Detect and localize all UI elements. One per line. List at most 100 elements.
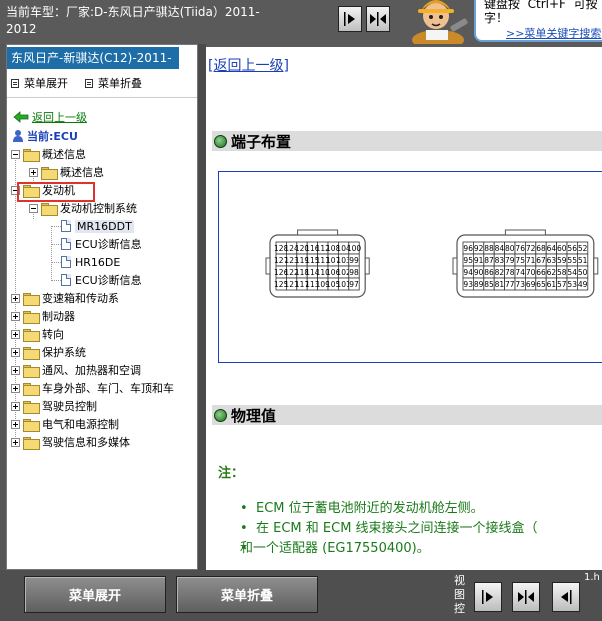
tree-item-protection[interactable]: 保护系统: [11, 343, 86, 361]
tree-item-hvac[interactable]: 通风、加热器和空调: [11, 361, 141, 379]
toolbar-split-view-button[interactable]: [366, 6, 390, 32]
folder-icon: [23, 310, 40, 324]
tree-item-overview-sub[interactable]: 概述信息: [29, 163, 104, 181]
pin-number: 63: [547, 256, 557, 265]
pin-number: 58: [557, 268, 567, 277]
pin-number: 74: [515, 268, 525, 277]
connector-tab: [452, 257, 458, 275]
pin-number: 49: [578, 280, 588, 289]
current-car-model: 当前车型：厂家:D-东风日产骐达(Tiida）2011-2012: [6, 5, 260, 36]
menu-expand-link[interactable]: 菜单展开: [11, 75, 68, 91]
pin-number: 69: [526, 280, 536, 289]
pane-splitter[interactable]: [198, 44, 206, 570]
back-to-parent-link[interactable]: [返回上一级]: [208, 55, 289, 75]
menu-keyword-search-link[interactable]: >>菜单关键字搜索: [506, 25, 601, 41]
pin-number: 75: [515, 256, 525, 265]
note-label: 注：: [218, 466, 245, 481]
tree-item-hr16de[interactable]: HR16DE: [61, 253, 120, 271]
tree-item-ecu-diag-1[interactable]: ECU诊断信息: [61, 235, 142, 253]
expand-icon[interactable]: [11, 329, 20, 339]
tree-item-label: 概述信息: [42, 148, 86, 161]
expand-icon[interactable]: [11, 419, 20, 429]
tree-item-label: ECU诊断信息: [75, 238, 142, 251]
pin-number: 61: [547, 280, 557, 289]
view-back-button[interactable]: [552, 582, 580, 612]
tree-item-body[interactable]: 车身外部、车门、车顶和车: [11, 379, 174, 397]
menu-collapse-button[interactable]: 菜单折叠: [176, 576, 318, 613]
collapse-icon[interactable]: [29, 203, 38, 213]
expand-icon[interactable]: [29, 167, 38, 177]
folder-icon: [23, 148, 40, 162]
menu-collapse-label: 菜单折叠: [98, 77, 142, 90]
tree-item-label: 电气和电源控制: [42, 418, 119, 431]
toolbar-forward-button[interactable]: [338, 6, 362, 32]
collapse-icon[interactable]: [11, 149, 20, 159]
expand-icon[interactable]: [11, 311, 20, 321]
expand-icon[interactable]: [11, 293, 20, 303]
section-title: 物理值: [231, 406, 277, 425]
pin-number: 56: [567, 244, 577, 253]
pin-number: 60: [557, 244, 567, 253]
connector-tab: [364, 257, 370, 275]
highlight-annotation: [17, 182, 95, 202]
pin-number: 71: [526, 256, 536, 265]
expand-icon[interactable]: [11, 365, 20, 375]
back-up-label[interactable]: 返回上一级: [32, 109, 87, 125]
user-icon: [13, 130, 23, 142]
play-left-icon: [561, 590, 572, 604]
content-pane: [返回上一级] 端子布置 128 124 120 116 112 108 104 100 127…: [206, 44, 602, 570]
connector-latch: [297, 229, 339, 236]
tree-item-label: 变速箱和传动系: [42, 292, 119, 305]
section-bullet-icon: [214, 134, 227, 148]
pin-number: 51: [578, 256, 588, 265]
expand-icon[interactable]: [11, 437, 20, 447]
top-bar: 当前车型：厂家:D-东风日产骐达(Tiida）2011-2012 键盘按 Ctr…: [0, 0, 602, 44]
tree-guide: [51, 262, 61, 263]
pin-number: 80: [505, 244, 515, 253]
folder-icon: [23, 418, 40, 432]
tree-guide: [51, 244, 61, 245]
menu-collapse-link[interactable]: 菜单折叠: [85, 75, 142, 91]
tree-item-label: 驾驶信息和多媒体: [42, 436, 130, 449]
document-icon: [61, 256, 71, 268]
tree-item-transmission[interactable]: 变速箱和传动系: [11, 289, 119, 307]
pin-number: 95: [463, 256, 473, 265]
content-top-border: [206, 44, 602, 47]
tree-item-ecu-diag-2[interactable]: ECU诊断信息: [61, 271, 142, 289]
tree-item-steering[interactable]: 转向: [11, 325, 64, 343]
view-split-button[interactable]: [512, 582, 540, 612]
tree-item-overview[interactable]: 概述信息: [11, 145, 86, 163]
expand-icon[interactable]: [11, 383, 20, 393]
tree-item-label: 转向: [42, 328, 64, 341]
document-icon: [61, 274, 71, 286]
pin-number: 83: [495, 256, 505, 265]
expand-icon[interactable]: [11, 401, 20, 411]
pin-number: 76: [515, 244, 525, 253]
folder-icon: [23, 328, 40, 342]
menu-expand-label: 菜单展开: [24, 77, 68, 90]
pin-number: 96: [463, 244, 473, 253]
expand-icon[interactable]: [11, 347, 20, 357]
view-forward-button[interactable]: [474, 582, 502, 612]
connector-tab: [593, 257, 599, 275]
tree-item-mr16ddt[interactable]: MR16DDT: [61, 217, 134, 235]
tree-item-multimedia[interactable]: 驾驶信息和多媒体: [11, 433, 130, 451]
back-up-link[interactable]: 返回上一级: [13, 109, 87, 125]
tree-item-label: MR16DDT: [75, 219, 134, 233]
bottom-bar: 菜单展开 菜单折叠 视图控 1.h: [0, 570, 602, 621]
tree-item-driver-controls[interactable]: 驾驶员控制: [11, 397, 97, 415]
pin-number: 72: [526, 244, 536, 253]
pin-number: 93: [463, 280, 473, 289]
current-node: 当前:ECU: [11, 128, 78, 144]
tree-item-electrical[interactable]: 电气和电源控制: [11, 415, 119, 433]
tree-item-brakes[interactable]: 制动器: [11, 307, 75, 325]
tree-guide: [51, 280, 61, 281]
pin-number: 94: [463, 268, 473, 277]
note-item-continuation: 和一个适配器 (EG17550400)。: [240, 539, 602, 558]
tree-item-label: ECU诊断信息: [75, 274, 142, 287]
menu-expand-button[interactable]: 菜单展开: [24, 576, 166, 613]
pin-number: 53: [567, 280, 577, 289]
pin-number: 99: [349, 256, 359, 265]
pin-number: 91: [474, 256, 484, 265]
hint-text: 键盘按 Ctrl+F 可按 字！: [484, 0, 598, 25]
